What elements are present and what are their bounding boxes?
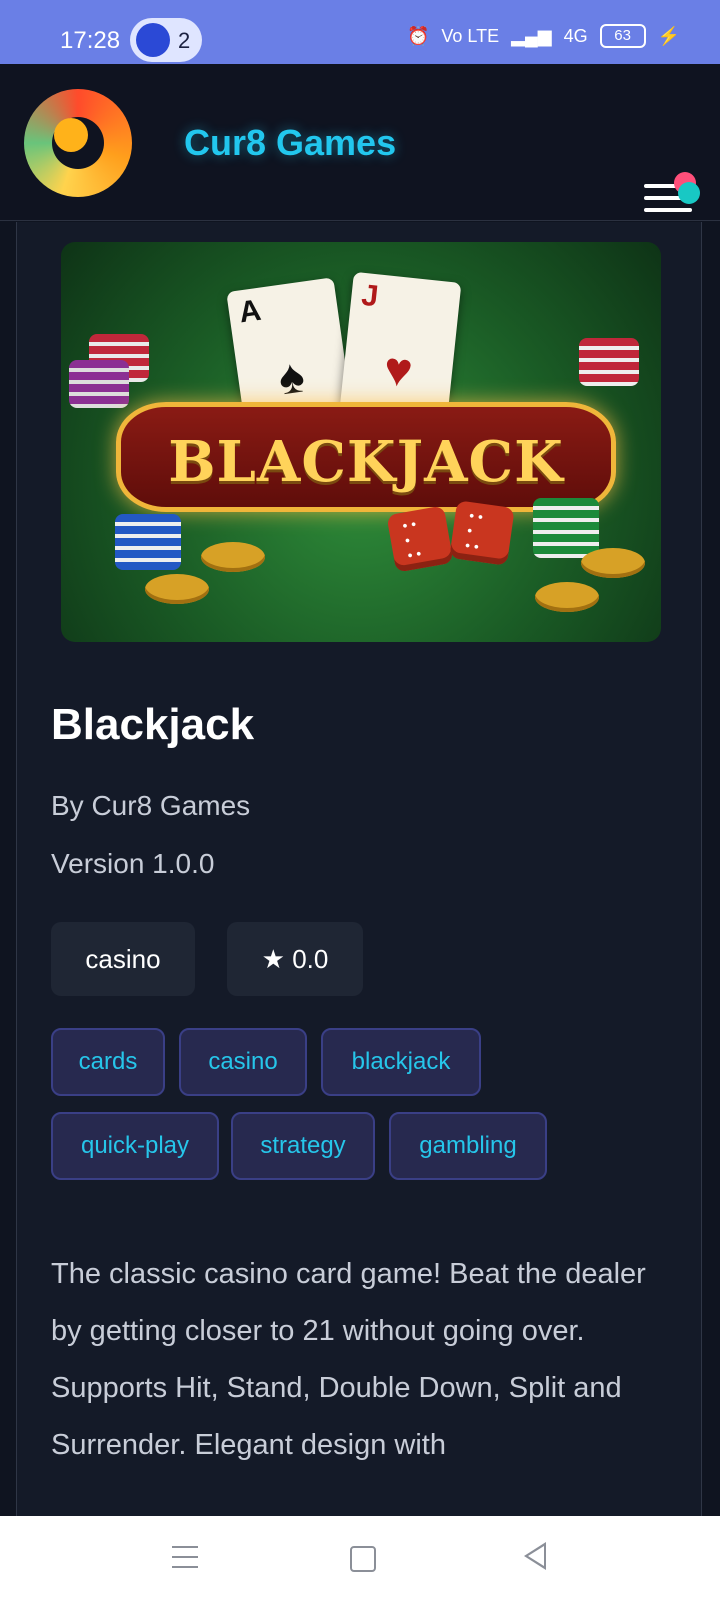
back-button[interactable] [524, 1542, 546, 1570]
hotspot-icon [136, 23, 170, 57]
signal-icon: ▂▄▆ [511, 25, 552, 46]
status-time: 17:28 [60, 27, 121, 54]
chips-icon [69, 360, 129, 408]
volte-icon: Vo LTE [441, 25, 500, 46]
heart-icon: ♥ [381, 342, 416, 399]
recent-apps-button[interactable] [172, 1546, 198, 1568]
menu-line [172, 1556, 198, 1558]
card-rank: A [236, 293, 264, 330]
card-rank: J [359, 278, 380, 314]
tag-casino[interactable]: casino [179, 1028, 307, 1096]
banner-title: BLACKJACK [168, 429, 564, 495]
coin-icon [535, 582, 599, 612]
coin-icon [581, 548, 645, 578]
tag-quick-play[interactable]: quick-play [51, 1112, 219, 1180]
coin-icon [201, 542, 265, 572]
hotspot-notification-pill[interactable]: 2 [130, 18, 202, 62]
chips-icon [533, 498, 599, 558]
network-type: 4G [563, 25, 588, 46]
spade-icon: ♠ [275, 349, 308, 406]
tag-strategy[interactable]: strategy [231, 1112, 375, 1180]
chips-icon [115, 514, 181, 570]
tag-cards[interactable]: cards [51, 1028, 165, 1096]
status-bar: 17:28 2 ⏰ Vo LTE ▂▄▆ 4G 63 ⚡ [0, 0, 720, 64]
game-description: The classic casino card game! Beat the d… [51, 1258, 646, 1461]
battery-icon: 63 [599, 24, 646, 48]
hamburger-menu-button[interactable] [644, 172, 700, 224]
dice-icon [386, 505, 454, 573]
brand-title[interactable]: Cur8 Games [184, 122, 396, 164]
alarm-icon: ⏰ [406, 25, 430, 46]
charging-icon: ⚡ [657, 25, 680, 46]
app-header: Cur8 Games [0, 64, 720, 221]
logo-center-dot [54, 118, 88, 152]
game-title: Blackjack [51, 700, 255, 749]
menu-line [172, 1566, 198, 1568]
tag-gambling[interactable]: gambling [389, 1112, 547, 1180]
status-icons: ⏰ Vo LTE ▂▄▆ 4G 63 ⚡ [407, 24, 680, 48]
notification-count: 2 [178, 28, 191, 53]
home-button[interactable] [350, 1546, 376, 1572]
system-navigation-bar [0, 1516, 720, 1604]
category-badge: casino [51, 922, 195, 996]
menu-line [172, 1546, 198, 1548]
tag-blackjack[interactable]: blackjack [321, 1028, 481, 1096]
menu-line [644, 208, 692, 212]
coin-icon [145, 574, 209, 604]
game-version: Version 1.0.0 [51, 848, 215, 879]
chips-icon [579, 338, 639, 386]
rating-badge: ★ 0.0 [227, 922, 363, 996]
game-author: By Cur8 Games [51, 790, 251, 821]
game-detail-card: A ♠ J ♥ BLACKJACK Blackjack By Cur8 Game… [16, 222, 702, 1516]
dice-icon [449, 500, 515, 566]
title-banner: BLACKJACK [116, 402, 616, 512]
game-cover-image: A ♠ J ♥ BLACKJACK [61, 242, 661, 642]
status-dot [678, 182, 700, 204]
